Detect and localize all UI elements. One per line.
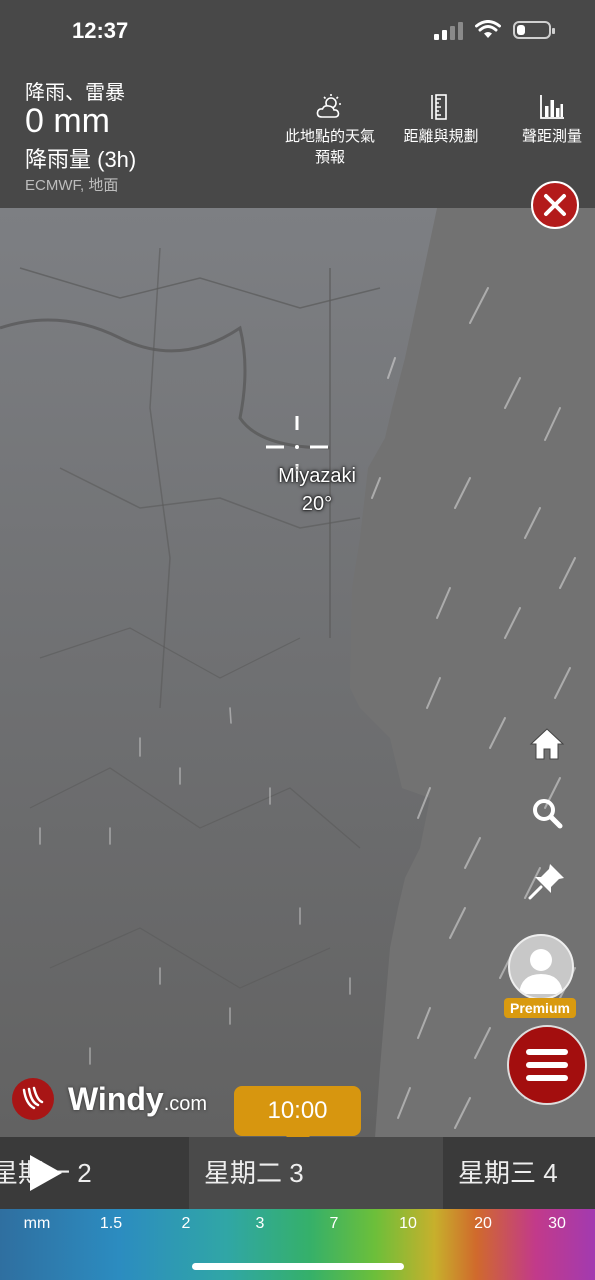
pin-icon[interactable] <box>526 860 568 902</box>
play-icon[interactable] <box>30 1155 62 1191</box>
windy-logo[interactable]: Windy.com <box>12 1078 207 1120</box>
legend-value: 10 <box>399 1215 417 1232</box>
status-bar: 12:37 <box>0 0 595 62</box>
sound-measure-button[interactable]: 聲距測量 <box>516 94 588 147</box>
model-source[interactable]: ECMWF, 地面 <box>25 174 118 195</box>
logo-suffix: .com <box>163 1092 208 1115</box>
timeline[interactable]: 星期一 2 星期二 3 星期三 4 <box>0 1137 595 1209</box>
bar-chart-icon <box>540 95 564 119</box>
avatar[interactable] <box>508 934 574 1000</box>
premium-badge[interactable]: Premium <box>504 998 576 1018</box>
forecast-button[interactable]: 此地點的天氣 預報 <box>278 94 382 168</box>
status-icons <box>434 20 555 40</box>
user-icon <box>519 949 563 994</box>
legend-value: 30 <box>548 1215 566 1232</box>
sound-measure-label: 聲距測量 <box>521 128 582 145</box>
legend-value: 7 <box>329 1215 339 1232</box>
ruler-icon <box>431 94 447 120</box>
menu-icon <box>526 1049 568 1055</box>
menu-button[interactable] <box>507 1025 587 1105</box>
home-icon[interactable] <box>528 726 566 762</box>
city-temp: 20° <box>301 493 333 515</box>
layer-name[interactable]: 降雨、雷暴 <box>25 76 125 105</box>
search-icon[interactable] <box>530 796 564 830</box>
legend-unit: mm <box>23 1215 51 1232</box>
logo-name: Windy <box>68 1080 164 1117</box>
cloud-sun-icon <box>316 94 341 118</box>
forecast-label: 此地點的天氣 預報 <box>284 128 375 166</box>
legend-value: 2 <box>181 1215 191 1232</box>
day-wednesday[interactable]: 星期三 4 <box>443 1137 595 1209</box>
close-icon <box>544 194 566 216</box>
day-tuesday[interactable]: 星期二 3 <box>189 1137 443 1209</box>
windy-logo-icon <box>12 1078 54 1120</box>
city-name: Miyazaki <box>278 465 356 487</box>
signal-icon <box>434 20 463 40</box>
precip-value: 0 mm <box>25 102 110 140</box>
home-indicator[interactable] <box>192 1263 404 1270</box>
weather-header: 降雨、雷暴 0 mm 降雨量 (3h) ECMWF, 地面 此地點的天氣 預報 … <box>0 62 595 208</box>
legend-value: 1.5 <box>99 1215 123 1232</box>
wifi-icon <box>475 20 501 38</box>
distance-button[interactable]: 距離與規劃 <box>398 94 484 147</box>
legend-value: 3 <box>255 1215 265 1232</box>
close-button[interactable] <box>531 181 579 229</box>
legend-value: 20 <box>474 1215 492 1232</box>
status-time: 12:37 <box>72 18 129 43</box>
location-label[interactable]: Miyazaki 20° <box>238 462 396 518</box>
battery-icon <box>513 21 555 39</box>
distance-label: 距離與規劃 <box>403 128 479 145</box>
precip-label: 降雨量 (3h) <box>25 147 137 172</box>
current-time-bubble[interactable]: 10:00 <box>234 1086 361 1148</box>
